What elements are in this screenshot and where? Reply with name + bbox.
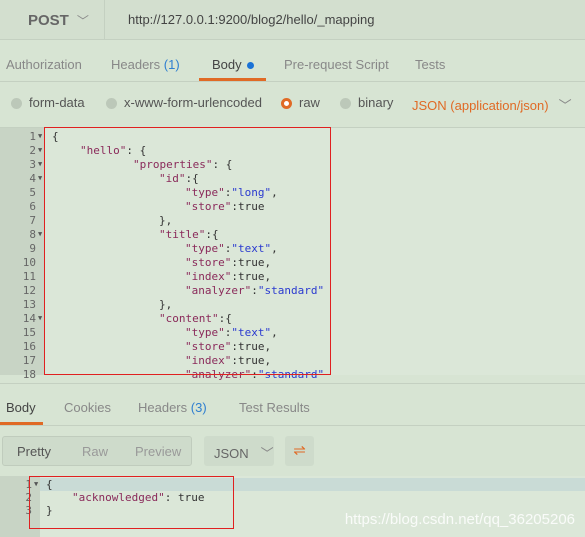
tab-headers[interactable]: Headers (3) [138, 400, 207, 415]
tab-count-badge: (1) [163, 57, 180, 72]
watermark: https://blog.csdn.net/qq_36205206 [344, 511, 575, 528]
fold-arrow-icon[interactable]: ▼ [38, 132, 42, 140]
radio-raw[interactable]: raw [281, 95, 320, 110]
fold-arrow-icon[interactable]: ▼ [38, 160, 42, 168]
radio-form-data[interactable]: form-data [11, 95, 85, 110]
line-number: 2 [29, 144, 36, 157]
tab-label: Headers [111, 57, 161, 72]
line-number: 9 [29, 242, 36, 255]
line-number: 18 [22, 368, 36, 381]
line-number: 11 [22, 270, 36, 283]
raw-button[interactable]: Raw [82, 444, 108, 459]
wrap-lines-icon: ⇌ [293, 442, 306, 459]
line-number: 1 [25, 478, 32, 491]
view-mode-group: Pretty Raw Preview [2, 436, 192, 466]
line-number: 2 [25, 491, 32, 504]
tab-tests[interactable]: Tests [415, 57, 445, 72]
tab-label: Headers [138, 400, 188, 415]
modified-dot-icon [246, 62, 254, 70]
tab-cookies[interactable]: Cookies [64, 400, 111, 415]
radio-icon [106, 98, 117, 110]
format-label: JSON [214, 446, 249, 461]
tab-authorization[interactable]: Authorization [6, 57, 82, 72]
wrap-lines-button[interactable]: ⇌ [285, 436, 314, 466]
tab-test-results[interactable]: Test Results [239, 400, 310, 415]
tab-label: Test Results [239, 400, 310, 415]
method-label: POST [28, 12, 69, 29]
format-select[interactable]: JSON ﹀ [204, 436, 274, 466]
tab-label: Authorization [6, 57, 82, 72]
radio-icon [340, 98, 351, 110]
line-number: 15 [22, 326, 36, 339]
tab-label: Tests [415, 57, 446, 72]
tab-body[interactable]: Body [6, 400, 36, 415]
line-number: 12 [22, 284, 36, 297]
fold-arrow-icon[interactable]: ▼ [38, 174, 42, 182]
radio-label: binary [358, 95, 394, 110]
tab-count-badge: (3) [190, 400, 207, 415]
line-number: 16 [22, 340, 36, 353]
line-number: 14 [22, 312, 36, 325]
radio-binary[interactable]: binary [340, 95, 393, 110]
line-number: 5 [29, 186, 36, 199]
line-number: 3 [29, 158, 36, 171]
line-number: 4 [29, 172, 36, 185]
chevron-down-icon: ﹀ [260, 446, 274, 461]
highlight-box [29, 476, 234, 529]
line-number: 8 [29, 228, 36, 241]
method-select[interactable]: POST ﹀ [0, 0, 105, 40]
line-number: 6 [29, 200, 36, 213]
radio-label: raw [299, 95, 320, 110]
preview-button[interactable]: Preview [135, 444, 181, 459]
chevron-down-icon: ﹀ [76, 14, 89, 28]
radio-icon [11, 98, 22, 110]
tab-label: Pre-request Script [284, 57, 389, 72]
pretty-button[interactable]: Pretty [17, 444, 51, 459]
line-number: 17 [22, 354, 36, 367]
fold-arrow-icon[interactable]: ▼ [38, 314, 42, 322]
fold-arrow-icon[interactable]: ▼ [38, 230, 42, 238]
radio-label: form-data [29, 95, 85, 110]
content-type-select[interactable]: JSON (application/json) ﹀ [412, 95, 572, 114]
tab-label: Body [6, 400, 36, 415]
radio-x-www-form-urlencoded[interactable]: x-www-form-urlencoded [106, 95, 262, 110]
tab-label: Cookies [64, 400, 111, 415]
line-number: 7 [29, 214, 36, 227]
chevron-down-icon: ﹀ [558, 98, 572, 113]
line-number: 3 [25, 504, 32, 517]
line-number: 1 [29, 130, 36, 143]
content-type-label: JSON (application/json) [412, 98, 549, 113]
tab-body[interactable]: Body [212, 57, 254, 72]
tab-pre-request-script[interactable]: Pre-request Script [284, 57, 389, 72]
url-bar: POST ﹀ http://127.0.0.1:9200/blog2/hello/… [0, 0, 585, 40]
tab-headers[interactable]: Headers (1) [111, 57, 180, 72]
url-input[interactable]: http://127.0.0.1:9200/blog2/hello/_mappi… [128, 12, 374, 27]
line-number: 10 [22, 256, 36, 269]
fold-arrow-icon[interactable]: ▼ [38, 146, 42, 154]
line-number: 13 [22, 298, 36, 311]
highlight-box [44, 127, 331, 375]
radio-label: x-www-form-urlencoded [124, 95, 262, 110]
radio-icon [281, 98, 292, 110]
tab-label: Body [212, 57, 242, 72]
